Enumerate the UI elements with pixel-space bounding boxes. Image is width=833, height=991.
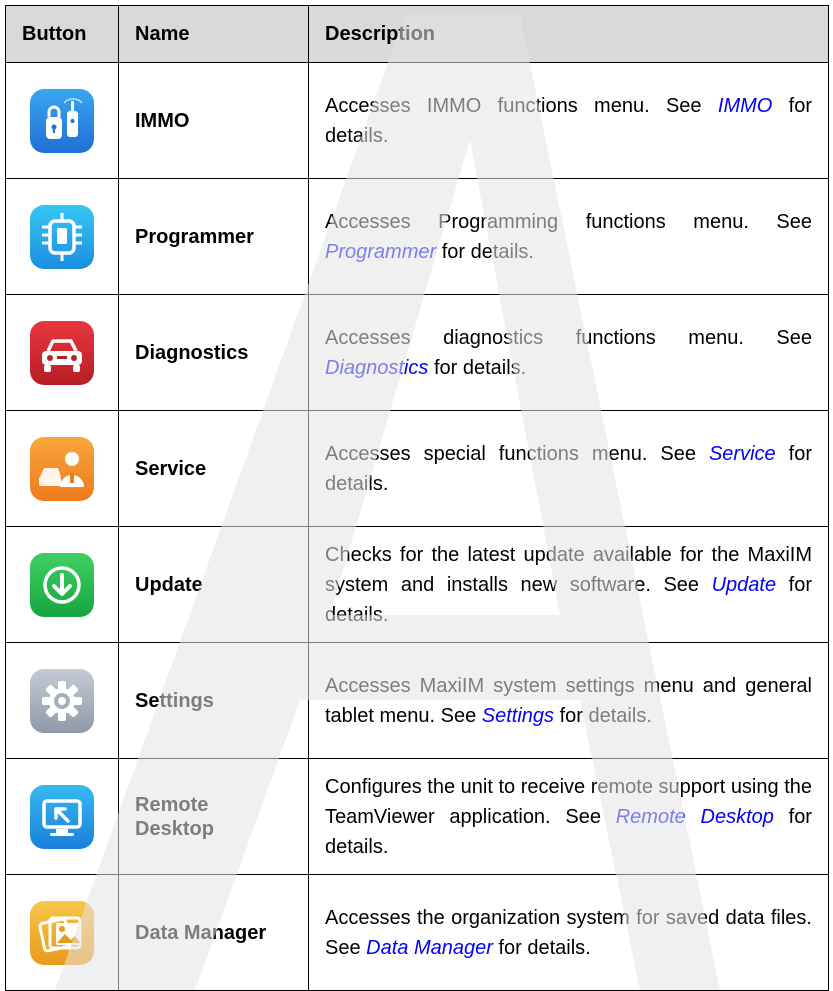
row-name: Service bbox=[118, 410, 309, 527]
diagnostics-link[interactable]: Diagnostics bbox=[325, 357, 428, 379]
photo-gallery-icon bbox=[30, 900, 94, 965]
row-description: Configures the unit to receive remote su… bbox=[308, 758, 829, 875]
immo-link[interactable]: IMMO bbox=[718, 95, 772, 117]
programmer-link[interactable]: Programmer bbox=[325, 241, 436, 263]
row-name: Remote Desktop bbox=[118, 758, 309, 875]
update-link[interactable]: Update bbox=[712, 574, 777, 596]
header-name: Name bbox=[118, 5, 309, 63]
programmer-chip-icon bbox=[30, 204, 94, 269]
row-name: IMMO bbox=[118, 62, 309, 179]
remote-monitor-icon bbox=[30, 784, 94, 849]
service-technician-icon bbox=[30, 436, 94, 501]
table-header-row: Button Name Description bbox=[5, 5, 829, 63]
table-row: Data Manager Accesses the organization s… bbox=[5, 874, 829, 991]
header-description: Description bbox=[308, 5, 829, 63]
row-description: Accesses the organization system for sav… bbox=[308, 874, 829, 991]
row-description: Checks for the latest update available f… bbox=[308, 526, 829, 643]
row-name: Update bbox=[118, 526, 309, 643]
immo-key-fob-icon bbox=[30, 88, 94, 153]
data-manager-link[interactable]: Data Manager bbox=[366, 937, 493, 959]
table-row: Update Checks for the latest update avai… bbox=[5, 526, 829, 643]
row-description: Accesses special functions menu. See Ser… bbox=[308, 410, 829, 527]
function-buttons-table: Button Name Description IMMO Accesses IM… bbox=[5, 5, 829, 991]
table-row: Diagnostics Accesses diagnostics functio… bbox=[5, 294, 829, 411]
settings-link[interactable]: Settings bbox=[482, 705, 554, 727]
download-arrow-icon bbox=[30, 552, 94, 617]
table-row: IMMO Accesses IMMO functions menu. See I… bbox=[5, 62, 829, 179]
row-description: Accesses IMMO functions menu. See IMMO f… bbox=[308, 62, 829, 179]
row-description: Accesses MaxiIM system settings menu and… bbox=[308, 642, 829, 759]
header-button: Button bbox=[5, 5, 119, 63]
table-row: Settings Accesses MaxiIM system settings… bbox=[5, 642, 829, 759]
table-row: Programmer Accesses Programming function… bbox=[5, 178, 829, 295]
row-name: Diagnostics bbox=[118, 294, 309, 411]
row-name: Settings bbox=[118, 642, 309, 759]
gear-icon bbox=[30, 668, 94, 733]
row-name: Programmer bbox=[118, 178, 309, 295]
car-front-icon bbox=[30, 320, 94, 385]
remote-desktop-link[interactable]: Remote Desktop bbox=[616, 806, 774, 828]
table-row: Remote Desktop Configures the unit to re… bbox=[5, 758, 829, 875]
row-description: Accesses Programming functions menu. See… bbox=[308, 178, 829, 295]
table-row: Service Accesses special functions menu.… bbox=[5, 410, 829, 527]
row-name: Data Manager bbox=[118, 874, 309, 991]
service-link[interactable]: Service bbox=[709, 443, 776, 465]
row-description: Accesses diagnostics functions menu. See… bbox=[308, 294, 829, 411]
